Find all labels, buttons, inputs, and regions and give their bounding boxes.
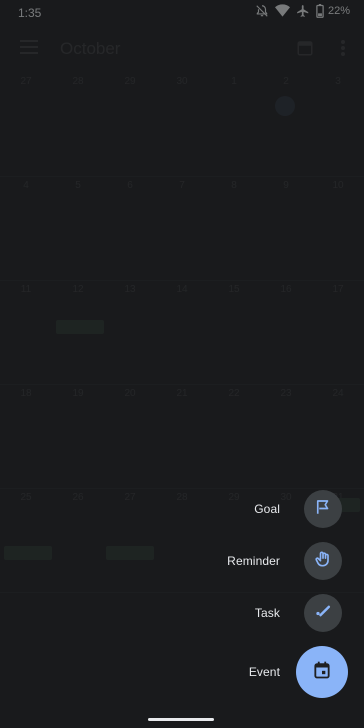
day-cell[interactable]: 21: [156, 388, 208, 399]
day-cell[interactable]: 19: [52, 388, 104, 399]
month-title[interactable]: October: [60, 39, 120, 59]
event-chip[interactable]: [4, 546, 52, 560]
battery-icon: [316, 4, 324, 18]
week-row: 4 5 6 7 8 9 10: [0, 176, 364, 281]
task-button[interactable]: [304, 594, 342, 632]
event-label[interactable]: Event: [249, 665, 280, 679]
day-cell[interactable]: 6: [104, 180, 156, 191]
day-cell[interactable]: 26: [52, 492, 104, 503]
day-cell[interactable]: 30: [156, 76, 208, 87]
week-row: 11 12 13 14 15 16 17: [0, 280, 364, 385]
flag-icon: [314, 498, 332, 521]
day-cell[interactable]: 10: [312, 180, 364, 191]
more-vert-icon[interactable]: [340, 39, 346, 62]
event-chip[interactable]: [106, 546, 154, 560]
event-calendar-icon: [312, 660, 332, 685]
day-cell[interactable]: 11: [0, 284, 52, 295]
day-cell[interactable]: 4: [0, 180, 52, 191]
day-cell[interactable]: 8: [208, 180, 260, 191]
day-cell[interactable]: 27: [104, 492, 156, 503]
task-check-icon: [313, 601, 333, 626]
menu-icon[interactable]: [20, 40, 38, 59]
reminder-option[interactable]: Reminder: [227, 542, 342, 580]
day-cell[interactable]: 12: [52, 284, 104, 295]
day-cell[interactable]: 27: [0, 76, 52, 87]
day-cell[interactable]: 28: [52, 76, 104, 87]
day-cell[interactable]: 29: [104, 76, 156, 87]
day-cell[interactable]: 5: [52, 180, 104, 191]
day-cell[interactable]: 13: [104, 284, 156, 295]
reminder-hand-icon: [313, 549, 333, 574]
wifi-icon: [274, 4, 290, 18]
app-bar: October: [0, 30, 364, 70]
airplane-icon: [296, 4, 310, 18]
day-cell[interactable]: 29: [208, 492, 260, 503]
event-option[interactable]: Event: [249, 646, 348, 698]
day-cell[interactable]: 25: [0, 492, 52, 503]
event-button[interactable]: [296, 646, 348, 698]
today-icon[interactable]: [296, 39, 314, 62]
status-icons: 22%: [255, 4, 350, 18]
day-cell[interactable]: 20: [104, 388, 156, 399]
task-option[interactable]: Task: [255, 594, 342, 632]
week-row: 27 28 29 30 1 2 3: [0, 72, 364, 177]
goal-option[interactable]: Goal: [254, 490, 342, 528]
gesture-nav-handle[interactable]: [148, 718, 214, 721]
event-chip[interactable]: [56, 320, 104, 334]
status-time: 1:35: [18, 6, 42, 20]
day-cell[interactable]: 28: [156, 492, 208, 503]
notifications-off-icon: [255, 4, 269, 18]
day-cell[interactable]: 23: [260, 388, 312, 399]
day-cell[interactable]: 17: [312, 284, 364, 295]
reminder-button[interactable]: [304, 542, 342, 580]
goal-label[interactable]: Goal: [254, 502, 280, 516]
day-cell[interactable]: 16: [260, 284, 312, 295]
battery-percentage: 22%: [327, 5, 350, 17]
day-cell[interactable]: 24: [312, 388, 364, 399]
day-cell[interactable]: 2: [260, 76, 312, 87]
day-cell[interactable]: 22: [208, 388, 260, 399]
goal-button[interactable]: [304, 490, 342, 528]
status-bar: 1:35 22%: [0, 0, 364, 26]
today-indicator: [275, 96, 295, 116]
day-cell[interactable]: 1: [208, 76, 260, 87]
week-row: 18 19 20 21 22 23 24: [0, 384, 364, 489]
day-cell[interactable]: 9: [260, 180, 312, 191]
day-cell[interactable]: 3: [312, 76, 364, 87]
day-cell[interactable]: 7: [156, 180, 208, 191]
day-cell[interactable]: 18: [0, 388, 52, 399]
reminder-label[interactable]: Reminder: [227, 554, 280, 568]
day-cell[interactable]: 14: [156, 284, 208, 295]
day-cell[interactable]: 15: [208, 284, 260, 295]
task-label[interactable]: Task: [255, 606, 280, 620]
